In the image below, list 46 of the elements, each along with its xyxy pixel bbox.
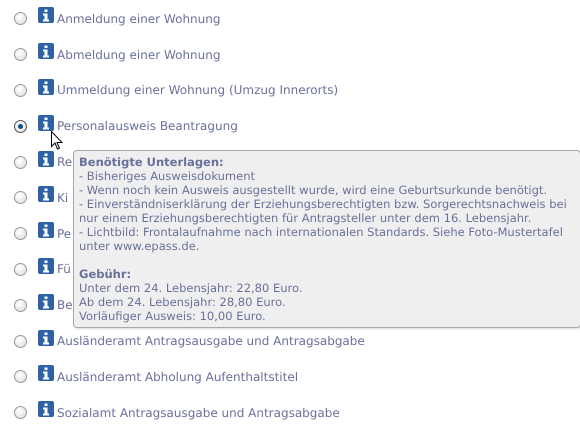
tooltip-text: Vorläufiger Ausweis: 10,00 Euro. xyxy=(79,309,267,323)
radio-button[interactable] xyxy=(14,334,27,348)
option-label[interactable]: Pe xyxy=(57,226,72,241)
info-icon[interactable] xyxy=(38,7,54,24)
info-icon[interactable] xyxy=(38,114,54,131)
cursor-icon xyxy=(51,131,63,150)
radio-button[interactable] xyxy=(14,227,27,240)
tooltip-text: - Bisheriges Ausweisdokument xyxy=(79,169,256,183)
info-icon[interactable] xyxy=(38,401,54,418)
info-icon[interactable] xyxy=(38,78,54,95)
info-icon[interactable] xyxy=(38,258,54,274)
radio-button[interactable] xyxy=(14,120,27,133)
option-label[interactable]: Be xyxy=(57,298,73,312)
tooltip-text: - Einverständniserklärung der Erziehungsberechtigten bzw. Sorgerechtsnachweis bei nur einem Erziehungsberechtigten für Antragsteller unter dem 16. Lebensjahr. xyxy=(79,197,568,225)
tooltip-text: Unter dem 24. Lebensjahr: 22,80 Euro. xyxy=(79,281,304,295)
info-icon[interactable] xyxy=(38,222,54,238)
radio-button[interactable] xyxy=(14,370,27,384)
option-label[interactable]: Anmeldung einer Wohnung xyxy=(57,12,220,26)
option-label[interactable]: Sozialamt Antragsausgabe und Antragsabgabe xyxy=(57,406,340,420)
option-label[interactable]: Ummeldung einer Wohnung (Umzug Innerorts) xyxy=(57,83,338,98)
radio-button[interactable] xyxy=(14,406,27,420)
radio-button[interactable] xyxy=(14,191,27,204)
option-label[interactable]: Ki xyxy=(57,190,68,205)
radio-button[interactable] xyxy=(14,12,27,26)
tooltip-text: - Wenn noch kein Ausweis ausgestellt wurde, wird eine Geburtsurkunde benötigt. xyxy=(79,183,548,197)
tooltip-heading: Benötigte Unterlagen: xyxy=(79,155,225,169)
info-icon[interactable] xyxy=(38,150,54,167)
radio-button[interactable] xyxy=(14,298,27,312)
option-label[interactable]: Re xyxy=(57,155,72,170)
option-label[interactable]: Ausländeramt Abholung Aufenthaltstitel xyxy=(57,370,298,384)
radio-button[interactable] xyxy=(14,48,27,62)
option-label[interactable]: Ausländeramt Antragsausgabe und Antragsabgabe xyxy=(57,334,365,348)
tooltip-heading: Gebühr: xyxy=(79,267,132,281)
option-label[interactable]: Fü xyxy=(57,262,71,276)
tooltip-text: Ab dem 24. Lebensjahr: 28,80 Euro. xyxy=(79,295,287,309)
option-label[interactable]: Personalausweis Beantragung xyxy=(57,119,238,134)
tooltip-text: - Lichtbild: Frontalaufnahme nach internationalen Standards. Siehe Foto-Mustertafel unter www.epass.de. xyxy=(79,225,564,253)
option-label[interactable]: Abmeldung einer Wohnung xyxy=(57,48,220,62)
info-icon[interactable] xyxy=(38,294,54,310)
radio-button[interactable] xyxy=(14,84,27,97)
radio-button[interactable] xyxy=(14,156,27,169)
radio-button[interactable] xyxy=(14,262,27,276)
info-icon[interactable] xyxy=(38,330,54,346)
info-icon[interactable] xyxy=(38,43,54,60)
info-icon[interactable] xyxy=(38,365,54,382)
info-icon[interactable] xyxy=(38,186,54,202)
